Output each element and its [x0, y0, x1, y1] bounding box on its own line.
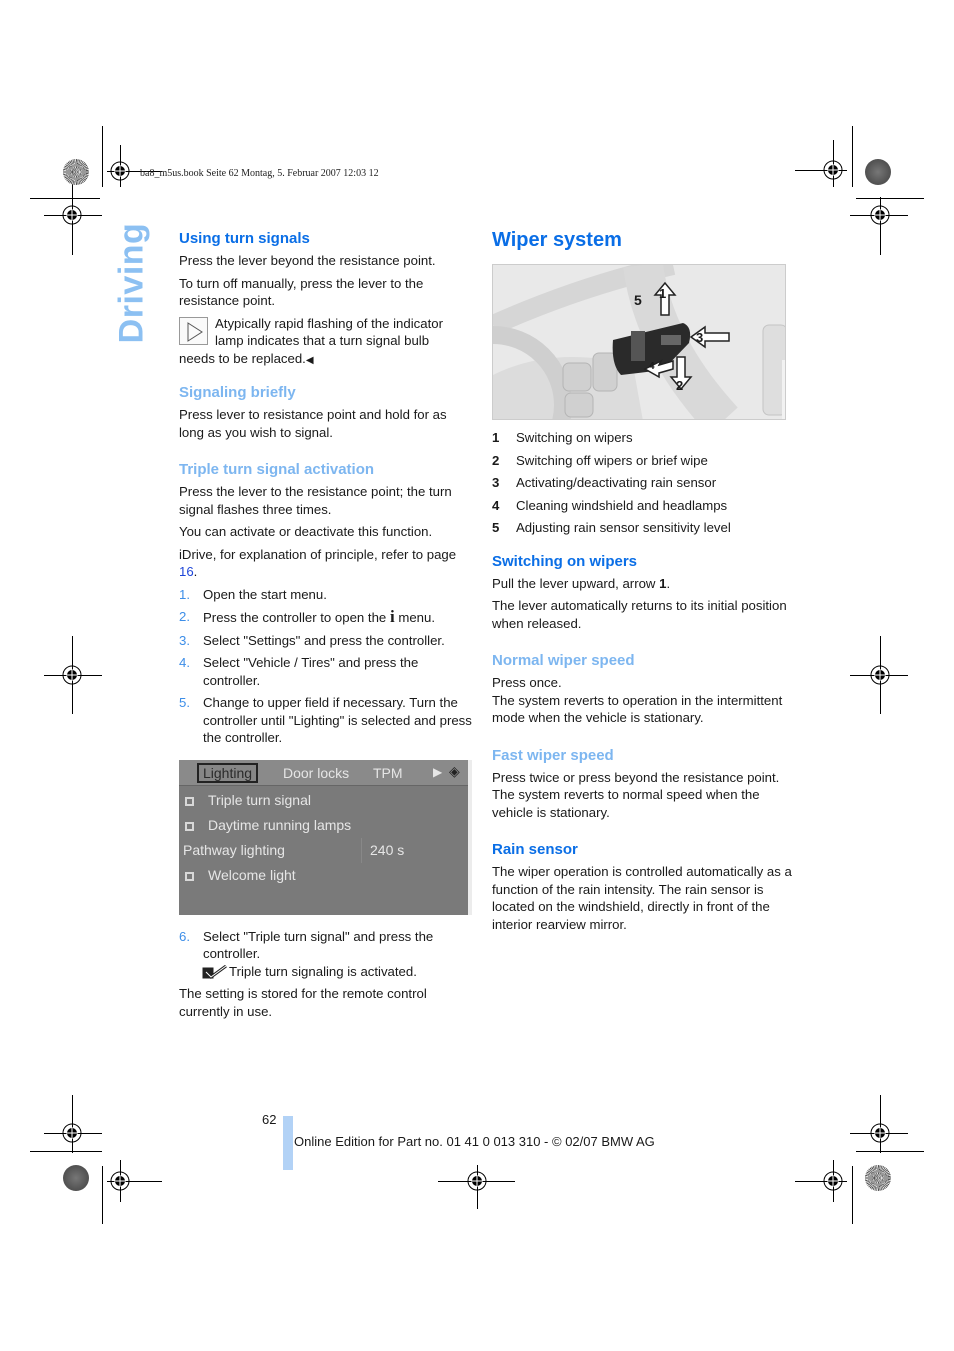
- figure-legend: 1 Switching on wipers 2 Switching off wipe…: [492, 429, 792, 537]
- left-column: Using turn signals Press the lever beyon…: [179, 229, 474, 1025]
- paragraph: Press once.: [492, 675, 562, 690]
- paragraph: The system reverts to normal speed when …: [492, 787, 760, 820]
- registration-mark-icon: [61, 664, 83, 686]
- steps-list: 6. Select "Triple turn signal" and press …: [179, 928, 474, 963]
- step-item: 3. Select "Settings" and press the contro…: [179, 632, 445, 648]
- registration-mark-icon: [466, 1170, 488, 1192]
- color-rosette-icon: [63, 1165, 89, 1191]
- right-column: Wiper system 5 1 3 4 2 1 Switching on wi…: [492, 228, 792, 938]
- heading-using-turn-signals: Using turn signals: [179, 230, 310, 247]
- print-header: ba8_m5us.book Seite 62 Montag, 5. Februa…: [140, 168, 379, 179]
- wiper-lever-figure: 5 1 3 4 2: [492, 264, 786, 420]
- idrive-tab-lighting: Lighting: [197, 762, 259, 783]
- steps-list: 1. Open the start menu. 2. Press the contr…: [179, 586, 474, 747]
- heading-fast-wiper-speed: Fast wiper speed: [492, 746, 614, 764]
- checkbox-icon: [185, 871, 194, 881]
- registration-mark-icon: [109, 1170, 131, 1192]
- registration-mark-icon: [61, 204, 83, 226]
- image-code-strip: [468, 759, 472, 915]
- end-marker-icon: ◀: [305, 354, 314, 366]
- paragraph: Press the lever beyond the resistance po…: [179, 253, 436, 268]
- registration-mark-icon: [109, 160, 131, 182]
- step-item: 6. Select "Triple turn signal" and press …: [179, 928, 434, 962]
- figure-callout-3: 3: [696, 330, 704, 345]
- footer-accent-bar: [283, 1116, 293, 1170]
- heading-normal-wiper-speed: Normal wiper speed: [492, 652, 635, 669]
- heading-switching-on-wipers: Switching on wipers: [492, 552, 638, 570]
- step-item: 2. Press the controller to open the i men…: [179, 607, 435, 626]
- paragraph: The setting is stored for the remote con…: [179, 986, 427, 1019]
- legend-item: 4 Cleaning windshield and headlamps: [492, 497, 728, 513]
- note-block: Atypically rapid flashing of the indicat…: [179, 315, 474, 370]
- figure-callout-1: 1: [659, 286, 667, 301]
- legend-item: 2 Switching off wipers or brief wipe: [492, 452, 708, 468]
- controller-icon: ◈: [449, 762, 460, 779]
- color-rosette-icon: [63, 159, 89, 185]
- heading-signaling-briefly: Signaling briefly: [179, 384, 296, 401]
- idrive-tab-tpm: TPM: [373, 764, 403, 781]
- checkbox-checked-icon: [202, 964, 228, 984]
- figure-callout-4: 4: [649, 361, 655, 372]
- idrive-row: Triple turn signal: [179, 788, 472, 813]
- step-item: 1. Open the start menu.: [179, 586, 327, 602]
- page-number: 62: [262, 1112, 277, 1127]
- section-side-tab-label: Driving: [112, 222, 151, 344]
- legend-item: 3 Activating/deactivating rain sensor: [492, 475, 717, 490]
- legend-item: 1 Switching on wipers: [492, 430, 633, 445]
- idrive-screen-image: Lighting Door locks TPM ▶ ◈ Triple turn …: [179, 759, 472, 915]
- registration-mark-icon: [869, 664, 891, 686]
- step-item: 4. Select "Vehicle / Tires" and press the…: [179, 655, 419, 688]
- registration-mark-icon: [822, 1170, 844, 1192]
- section-side-tab: Driving: [112, 223, 152, 344]
- legend-item: 5 Adjusting rain sensor sensitivity level: [492, 520, 731, 535]
- checkbox-icon: [185, 796, 194, 806]
- idrive-tab-bar: Lighting Door locks TPM ▶ ◈: [179, 759, 472, 786]
- paragraph: Pull the lever upward, arrow 1.: [492, 575, 671, 591]
- page-title: Wiper system: [492, 229, 622, 251]
- figure-callout-5: 5: [634, 292, 642, 308]
- step-item: 5. Change to upper field if necessary. Tu…: [179, 695, 472, 745]
- idrive-row: Welcome light: [179, 863, 472, 888]
- paragraph: Press the lever to the resistance point;…: [179, 484, 452, 517]
- page-link[interactable]: 16: [179, 564, 194, 579]
- registration-mark-icon: [869, 204, 891, 226]
- checkbox-icon: [185, 821, 194, 831]
- idrive-row: Daytime running lamps: [179, 813, 472, 838]
- color-rosette-icon: [865, 159, 891, 185]
- paragraph: To turn off manually, press the lever to…: [179, 275, 424, 309]
- arrow-right-icon: ▶: [433, 764, 443, 779]
- paragraph: You can activate or deactivate this func…: [179, 524, 433, 539]
- color-rosette-icon: [865, 1165, 891, 1191]
- note-text-continued: needs to be replaced.: [179, 350, 306, 366]
- heading-triple-turn-signal: Triple turn signal activation: [179, 461, 375, 478]
- footer-edition: Online Edition for Part no. 01 41 0 013 …: [294, 1134, 655, 1149]
- idrive-row: Pathway lighting 240 s: [179, 837, 472, 863]
- result-line: Triple turn signaling is activated.: [179, 963, 474, 981]
- heading-rain-sensor: Rain sensor: [492, 841, 578, 858]
- note-text: Atypically rapid flashing of the indicat…: [215, 315, 443, 349]
- figure-callout-2: 2: [676, 378, 684, 393]
- registration-mark-icon: [61, 1122, 83, 1144]
- paragraph: Press lever to resistance point and hold…: [179, 407, 447, 440]
- triangle-note-icon: [179, 316, 208, 345]
- paragraph: The lever automatically returns to its i…: [492, 598, 787, 631]
- idrive-tab-door-locks: Door locks: [283, 764, 350, 781]
- paragraph: Press twice or press beyond the resistan…: [492, 769, 780, 785]
- paragraph: The system reverts to operation in the i…: [492, 692, 783, 726]
- registration-mark-icon: [869, 1122, 891, 1144]
- registration-mark-icon: [822, 159, 844, 181]
- paragraph: The wiper operation is controlled automa…: [492, 864, 792, 932]
- paragraph: iDrive, for explanation of principle, re…: [179, 546, 457, 580]
- wiper-lever-illustration: [493, 265, 785, 419]
